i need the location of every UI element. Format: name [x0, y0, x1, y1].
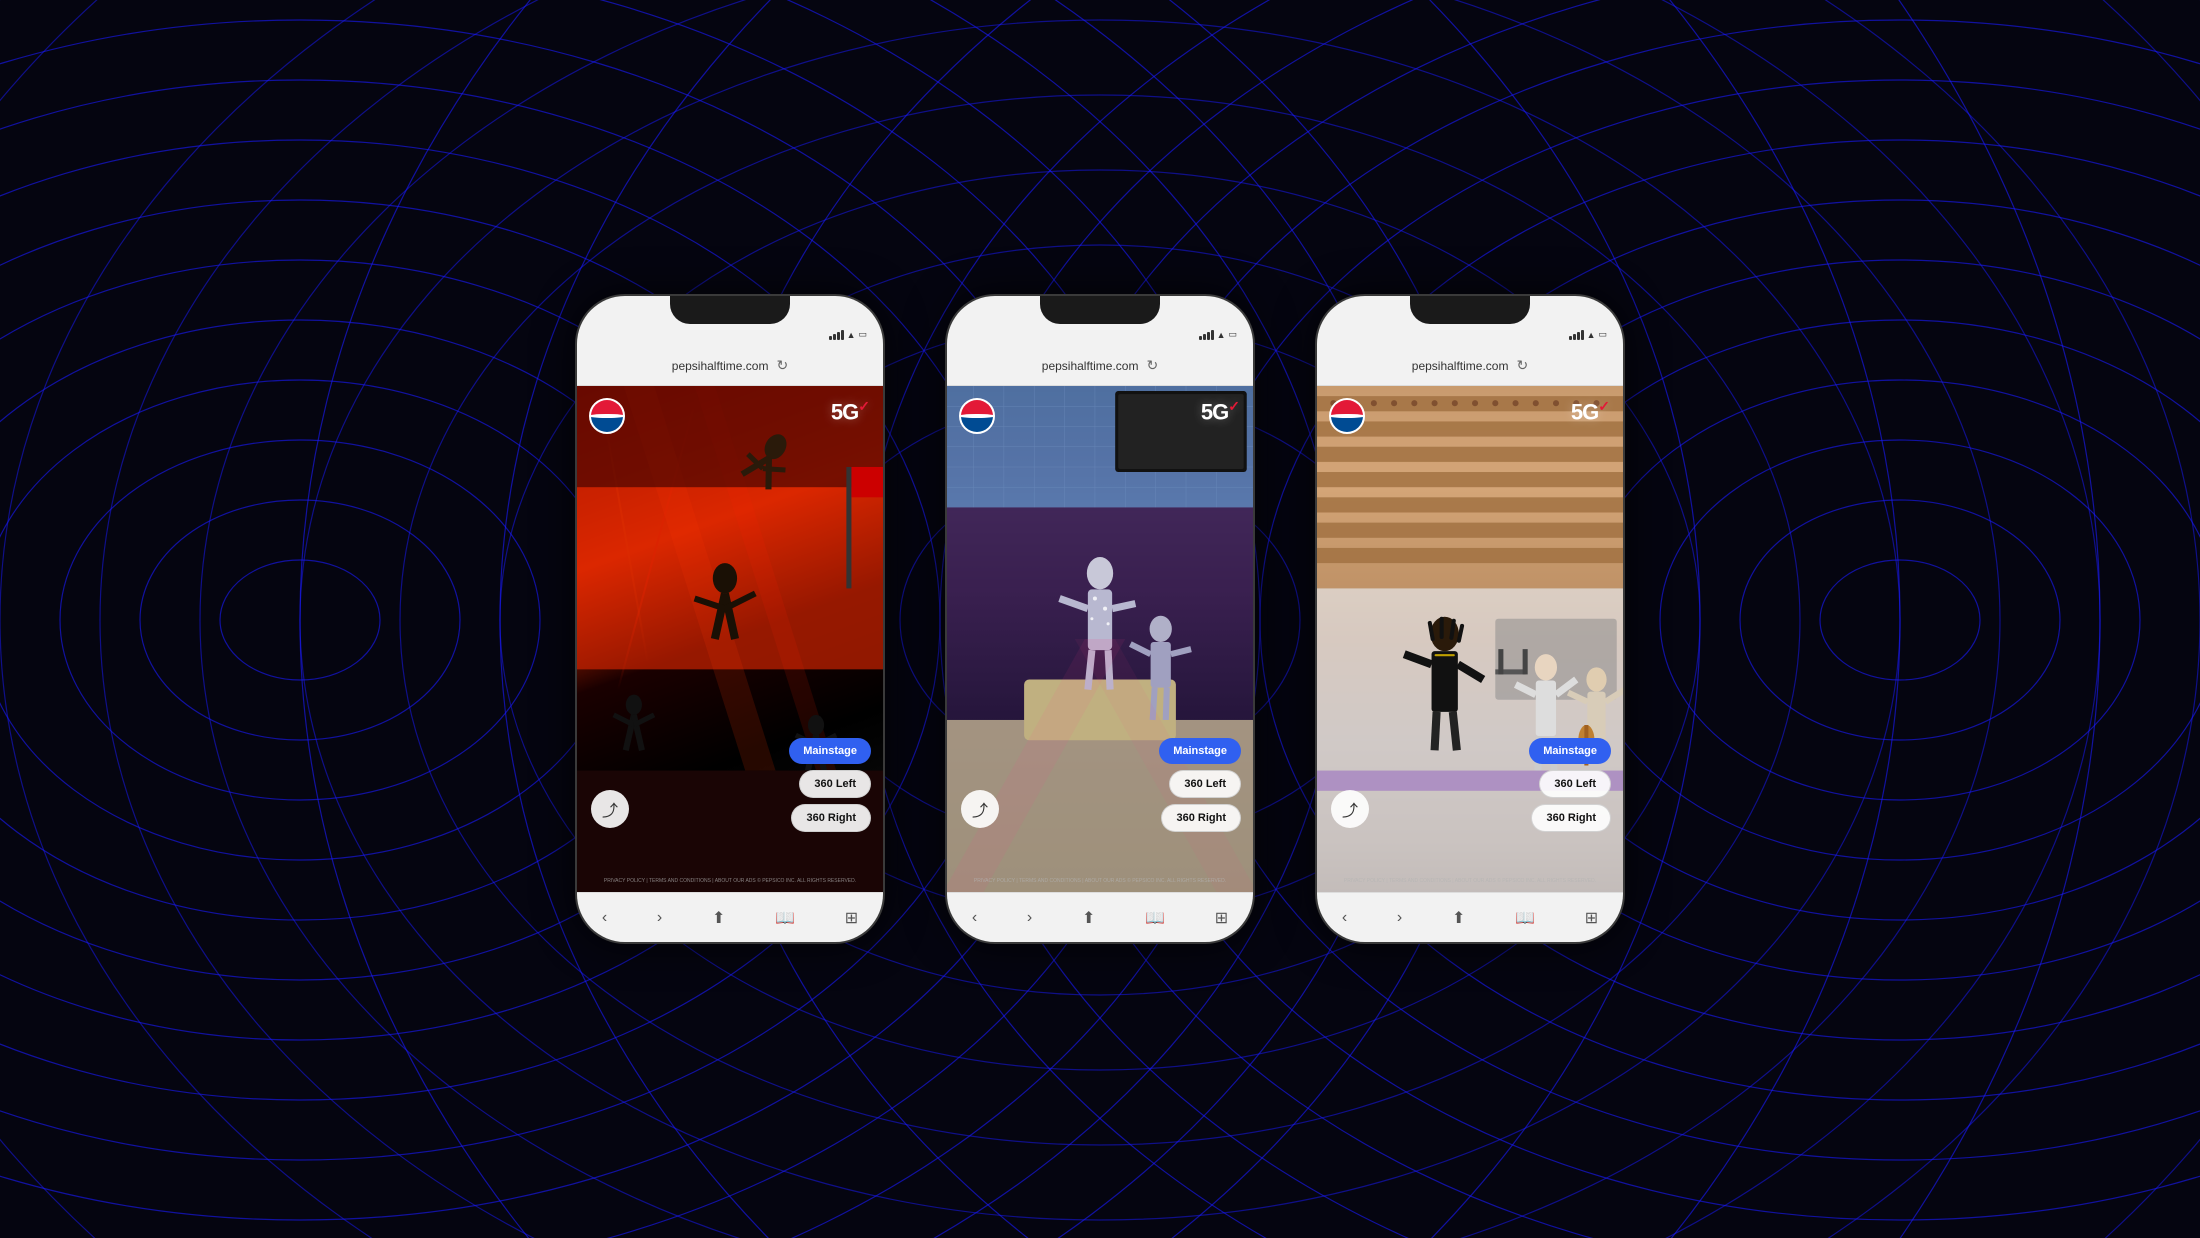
phone-2-share-button[interactable]: ⤴	[961, 790, 999, 828]
phone-3-360left-button[interactable]: 360 Left	[1539, 770, 1611, 798]
phone-1-notch	[670, 296, 790, 324]
phone-2-controls: Mainstage 360 Left 360 Right	[1159, 738, 1241, 832]
tabs-button-3[interactable]: ⊞	[1577, 904, 1606, 932]
phone-3-360right-button[interactable]: 360 Right	[1531, 804, 1611, 832]
wifi-icon: ▲	[847, 330, 856, 340]
wifi-icon-2: ▲	[1217, 330, 1226, 340]
pepsi-circle-2	[959, 398, 995, 434]
phone-3-url: pepsihalftime.com	[1412, 359, 1509, 373]
signal-bar-3	[837, 332, 840, 340]
phone-1-360left-button[interactable]: 360 Left	[799, 770, 871, 798]
forward-button[interactable]: ›	[649, 905, 670, 931]
phone-2-address-bar: pepsihalftime.com ↻	[947, 346, 1253, 386]
phone-2-mainstage-button[interactable]: Mainstage	[1159, 738, 1241, 764]
signal-bar-3-4	[1581, 330, 1584, 340]
signal-bars	[829, 330, 844, 340]
phone-3-controls: Mainstage 360 Left 360 Right	[1529, 738, 1611, 832]
signal-bars-2	[1199, 330, 1214, 340]
phone-1-address-bar: pepsihalftime.com ↻	[577, 346, 883, 386]
signal-bar-2-2	[1203, 334, 1206, 340]
bookmarks-button[interactable]: 📖	[767, 904, 803, 932]
wifi-icon-3: ▲	[1587, 330, 1596, 340]
share-nav-button[interactable]: ⬆	[704, 904, 733, 932]
phone-3-bottom-bar: ‹ › ⬆ 📖 ⊞	[1317, 892, 1623, 942]
phone-1-5g-logo: 5G✓	[831, 398, 869, 425]
phone-1-reload[interactable]: ↻	[776, 357, 788, 374]
5g-checkmark: ✓	[858, 398, 869, 414]
tabs-button-2[interactable]: ⊞	[1207, 904, 1236, 932]
phone-3-share-button[interactable]: ⤴	[1331, 790, 1369, 828]
forward-button-2[interactable]: ›	[1019, 905, 1040, 931]
phones-container: ▲ ▭ pepsihalftime.com ↻	[0, 0, 2200, 1238]
phone-1-mainstage-button[interactable]: Mainstage	[789, 738, 871, 764]
phone-2-pepsi-logo	[959, 398, 995, 434]
phone-1-bottom-bar: ‹ › ⬆ 📖 ⊞	[577, 892, 883, 942]
signal-bar-1	[829, 336, 832, 340]
signal-bar-2-4	[1211, 330, 1214, 340]
phone-2-5g-logo: 5G✓	[1201, 398, 1239, 425]
pepsi-bottom-2	[961, 416, 993, 432]
phone-2-status-icons: ▲ ▭	[1199, 329, 1237, 340]
phone-3-pepsi-logo	[1329, 398, 1365, 434]
signal-bar-4	[841, 330, 844, 340]
back-button[interactable]: ‹	[594, 905, 615, 931]
phone-3-notch	[1410, 296, 1530, 324]
phone-3-reload[interactable]: ↻	[1516, 357, 1528, 374]
back-button-2[interactable]: ‹	[964, 905, 985, 931]
signal-bar-2-1	[1199, 336, 1202, 340]
phone-2: ▲ ▭ pepsihalftime.com ↻	[945, 294, 1255, 944]
phone-3-footer: PRIVACY POLICY | TERMS AND CONDITIONS | …	[1317, 878, 1623, 884]
pepsi-circle-3	[1329, 398, 1365, 434]
tabs-button[interactable]: ⊞	[837, 904, 866, 932]
phone-2-url: pepsihalftime.com	[1042, 359, 1139, 373]
5g-checkmark-3: ✓	[1598, 398, 1609, 414]
phone-1-pepsi-logo	[589, 398, 625, 434]
phone-1-360right-button[interactable]: 360 Right	[791, 804, 871, 832]
battery-icon: ▭	[858, 329, 867, 340]
signal-bar-2-3	[1207, 332, 1210, 340]
phone-3: ▲ ▭ pepsihalftime.com ↻	[1315, 294, 1625, 944]
phone-3-status-icons: ▲ ▭	[1569, 329, 1607, 340]
bookmarks-button-2[interactable]: 📖	[1137, 904, 1173, 932]
forward-button-3[interactable]: ›	[1389, 905, 1410, 931]
signal-bar-3-3	[1577, 332, 1580, 340]
phone-1-status-icons: ▲ ▭	[829, 329, 867, 340]
signal-bars-3	[1569, 330, 1584, 340]
phone-3-mainstage-button[interactable]: Mainstage	[1529, 738, 1611, 764]
phone-3-screen: 5G✓ ⤴ Mainstage 360 Left 360 Right PRIVA…	[1317, 386, 1623, 892]
phone-1-footer: PRIVACY POLICY | TERMS AND CONDITIONS | …	[577, 878, 883, 884]
bookmarks-button-3[interactable]: 📖	[1507, 904, 1543, 932]
battery-icon-3: ▭	[1598, 329, 1607, 340]
phone-1-controls: Mainstage 360 Left 360 Right	[789, 738, 871, 832]
5g-checkmark-2: ✓	[1228, 398, 1239, 414]
phone-1: ▲ ▭ pepsihalftime.com ↻	[575, 294, 885, 944]
phone-2-screen: 5G✓ ⤴ Mainstage 360 Left 360 Right PRIVA…	[947, 386, 1253, 892]
back-button-3[interactable]: ‹	[1334, 905, 1355, 931]
share-icon-3: ⤴	[1342, 797, 1358, 821]
phone-2-360right-button[interactable]: 360 Right	[1161, 804, 1241, 832]
phone-2-footer: PRIVACY POLICY | TERMS AND CONDITIONS | …	[947, 878, 1253, 884]
pepsi-bottom	[591, 416, 623, 432]
signal-bar-3-2	[1573, 334, 1576, 340]
phone-3-5g-logo: 5G✓	[1571, 398, 1609, 425]
phone-2-reload[interactable]: ↻	[1146, 357, 1158, 374]
phone-2-bottom-bar: ‹ › ⬆ 📖 ⊞	[947, 892, 1253, 942]
pepsi-bottom-3	[1331, 416, 1363, 432]
share-icon: ⤴	[602, 797, 618, 821]
phone-1-screen: 5G✓ ⤴ Mainstage 360 Left 360 Right PRIVA…	[577, 386, 883, 892]
share-nav-button-2[interactable]: ⬆	[1074, 904, 1103, 932]
signal-bar-3-1	[1569, 336, 1572, 340]
phone-3-address-bar: pepsihalftime.com ↻	[1317, 346, 1623, 386]
signal-bar-2	[833, 334, 836, 340]
phone-1-share-button[interactable]: ⤴	[591, 790, 629, 828]
phone-2-360left-button[interactable]: 360 Left	[1169, 770, 1241, 798]
phone-2-notch	[1040, 296, 1160, 324]
pepsi-circle	[589, 398, 625, 434]
share-icon-2: ⤴	[972, 797, 988, 821]
battery-icon-2: ▭	[1228, 329, 1237, 340]
phone-1-url: pepsihalftime.com	[672, 359, 769, 373]
share-nav-button-3[interactable]: ⬆	[1444, 904, 1473, 932]
